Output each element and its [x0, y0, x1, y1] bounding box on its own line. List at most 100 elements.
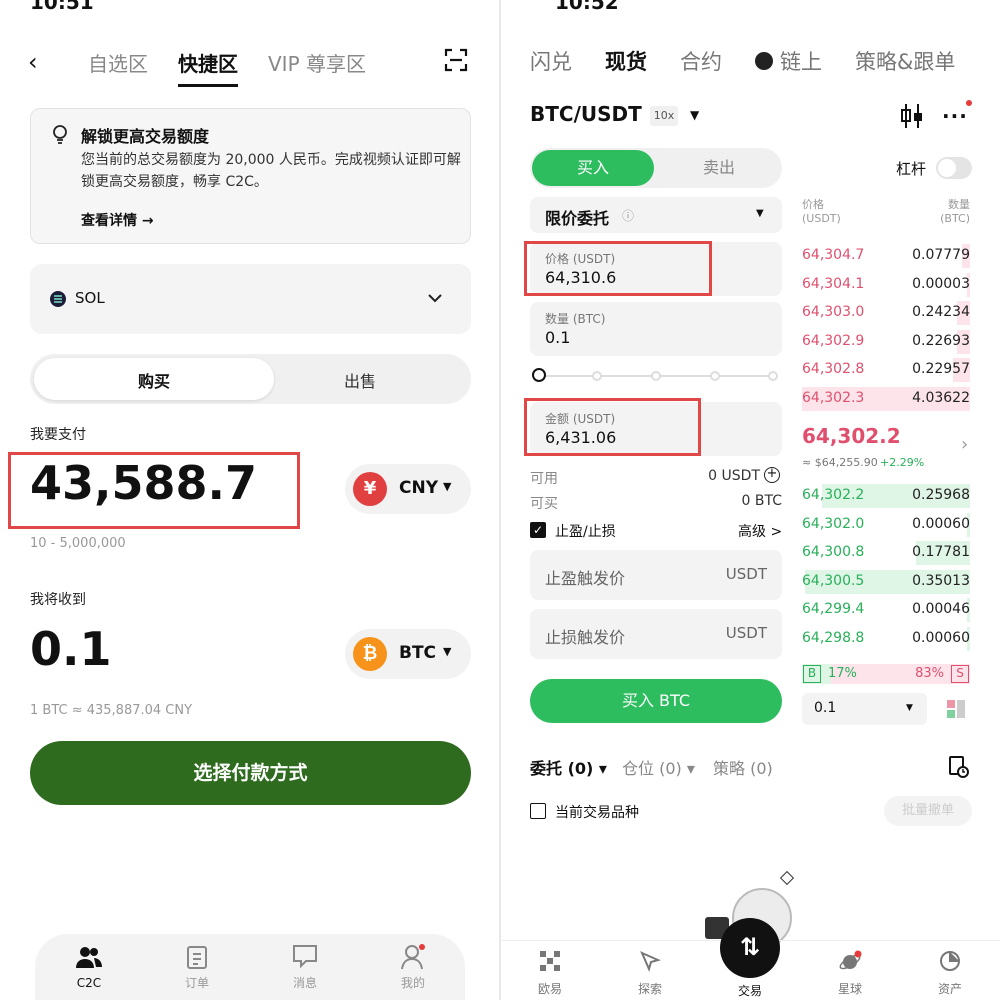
notice-body: 您当前的总交易额度为 20,000 人民币。完成视频认证即可解锁更高交易额度，畅…	[81, 152, 461, 190]
slider-tick[interactable]	[592, 371, 602, 381]
receive-currency-label: BTC	[399, 643, 437, 663]
row-price: 64,302.3	[802, 390, 865, 406]
tab-express[interactable]: 快捷区	[178, 48, 238, 77]
bottom-nav: C2C 订单 消息 我的	[35, 934, 465, 1000]
bid-row[interactable]: 64,300.8 0.17781	[802, 541, 970, 566]
tab-strategies[interactable]: 策略 (0)	[713, 755, 773, 779]
nav-explore[interactable]: 探索	[620, 950, 680, 997]
row-price: 64,302.8	[802, 361, 865, 378]
segment-buy-label[interactable]: 购买	[34, 368, 274, 392]
tab-onchain[interactable]: 链上	[780, 46, 822, 76]
depth-precision-value: 0.1	[814, 700, 837, 716]
depth-precision-select[interactable]: 0.1 ▼	[802, 693, 927, 725]
row-price: 64,299.4	[802, 601, 865, 618]
orderbook-layout-icon[interactable]	[945, 698, 967, 720]
nav-orders[interactable]: 订单	[167, 944, 227, 991]
bid-row[interactable]: 64,298.8 0.00060	[802, 627, 970, 651]
segment-sell-label[interactable]: 出售	[250, 368, 470, 392]
tab-vip[interactable]: VIP 尊享区	[268, 48, 366, 77]
ask-row[interactable]: 64,304.7 0.07779	[802, 244, 970, 268]
row-quantity: 0.22957	[912, 361, 970, 378]
coin-selector[interactable]: SOL	[30, 264, 471, 334]
slider-tick[interactable]	[651, 371, 661, 381]
tab-positions[interactable]: 仓位 (0) ▾	[622, 755, 695, 779]
stop-loss-placeholder: 止损触发价	[545, 628, 626, 647]
sell-tab[interactable]: 卖出	[658, 150, 780, 186]
orderbook-price-header: 价格 (USDT)	[802, 198, 841, 226]
quantity-input[interactable]: 0.1	[545, 328, 570, 347]
order-side-toggle: 买入 卖出	[530, 148, 782, 188]
tab-spot[interactable]: 现货	[605, 46, 647, 76]
nav-planet-label: 星球	[837, 982, 862, 996]
row-price: 64,303.0	[802, 304, 865, 321]
scan-icon[interactable]	[444, 48, 468, 72]
tab-watchlist[interactable]: 自选区	[88, 48, 148, 77]
nav-okx[interactable]: 欧易	[520, 950, 580, 997]
spot-trading-screen: 10:52 闪兑 现货 合约 链上 策略&跟单 BTC/USDT 10x ▼ ·…	[500, 0, 1000, 1000]
can-buy-label: 可买	[530, 496, 558, 512]
ask-row[interactable]: 64,302.8 0.22957	[802, 358, 970, 383]
tab-futures[interactable]: 合约	[680, 46, 722, 76]
batch-cancel-button[interactable]: 批量撤单	[884, 796, 972, 826]
caret-down-icon[interactable]: ▼	[690, 108, 699, 122]
notice-details-link[interactable]: 查看详情 →	[81, 210, 154, 230]
candlestick-icon[interactable]	[900, 103, 924, 133]
ask-row[interactable]: 64,304.1 0.00003	[802, 272, 970, 297]
slider-handle[interactable]	[532, 368, 546, 382]
nav-trade[interactable]: 交易	[720, 980, 780, 999]
orderbook-qty-header: 数量 (BTC)	[920, 198, 970, 226]
nav-orders-label: 订单	[184, 976, 209, 990]
quantity-field[interactable]: 数量 (BTC) 0.1	[530, 302, 782, 356]
nav-messages[interactable]: 消息	[275, 944, 335, 991]
slider-tick[interactable]	[710, 371, 720, 381]
bid-row[interactable]: 64,302.2 0.25968	[802, 484, 970, 508]
bid-row[interactable]: 64,299.4 0.00046	[802, 598, 970, 623]
order-history-icon[interactable]	[949, 756, 969, 778]
nav-planet[interactable]: 星球	[820, 950, 880, 997]
tab-orders[interactable]: 委托 (0) ▾	[530, 755, 607, 779]
nav-assets[interactable]: 资产	[920, 950, 980, 997]
header-unit: (USDT)	[802, 212, 841, 225]
slider-tick[interactable]	[768, 371, 778, 381]
pay-currency-select[interactable]: ¥ CNY ▼	[345, 464, 471, 514]
choose-payment-button[interactable]: 选择付款方式	[30, 741, 471, 805]
tab-positions-label: 仓位 (0)	[622, 759, 682, 778]
nav-profile[interactable]: 我的	[383, 944, 443, 991]
buy-btc-button[interactable]: 买入 BTC	[530, 679, 782, 723]
tab-convert[interactable]: 闪兑	[530, 46, 572, 76]
ask-row[interactable]: 64,303.0 0.24234	[802, 301, 970, 326]
toggle-knob	[938, 159, 956, 177]
quantity-label: 数量 (BTC)	[545, 312, 606, 326]
receive-label: 我将收到	[30, 592, 86, 608]
info-icon[interactable]: ⓘ	[622, 207, 634, 224]
advanced-link[interactable]: 高级 >	[738, 521, 782, 541]
more-icon[interactable]: ···	[942, 104, 968, 128]
bid-row[interactable]: 64,302.0 0.00060	[802, 512, 970, 537]
order-type-select[interactable]: 限价委托 ⓘ ▼	[530, 197, 782, 233]
row-quantity: 0.22693	[912, 332, 970, 349]
stop-loss-field[interactable]: 止损触发价 USDT	[530, 609, 782, 659]
tpsl-checkbox[interactable]: ✓	[530, 522, 546, 538]
margin-label: 杠杆	[896, 160, 927, 178]
nav-okx-label: 欧易	[537, 982, 562, 996]
take-profit-field[interactable]: 止盈触发价 USDT	[530, 550, 782, 600]
tab-strategy[interactable]: 策略&跟单	[855, 46, 955, 76]
trading-pair[interactable]: BTC/USDT	[530, 102, 642, 126]
nav-trade-label: 交易	[737, 984, 762, 998]
receive-currency-select[interactable]: ₿ BTC ▼	[345, 629, 471, 679]
buy-tab[interactable]: 买入	[532, 150, 654, 186]
ask-row[interactable]: 64,302.9 0.22693	[802, 329, 970, 354]
add-funds-icon[interactable]: +	[764, 467, 780, 483]
nav-c2c-label: C2C	[76, 976, 102, 990]
trade-swap-icon[interactable]: ⇅	[720, 918, 780, 978]
nav-c2c[interactable]: C2C	[59, 944, 119, 991]
margin-toggle[interactable]	[936, 157, 972, 179]
chevron-right-icon[interactable]: ›	[961, 434, 968, 455]
back-icon[interactable]: ‹	[28, 48, 38, 76]
chevron-down-icon	[428, 288, 442, 307]
bid-row[interactable]: 64,300.5 0.35013	[802, 569, 970, 594]
leverage-badge: 10x	[650, 106, 678, 126]
row-price: 64,300.5	[802, 572, 865, 589]
current-pair-checkbox[interactable]	[530, 803, 546, 819]
ask-row[interactable]: 64,302.3 4.03622	[802, 387, 970, 411]
